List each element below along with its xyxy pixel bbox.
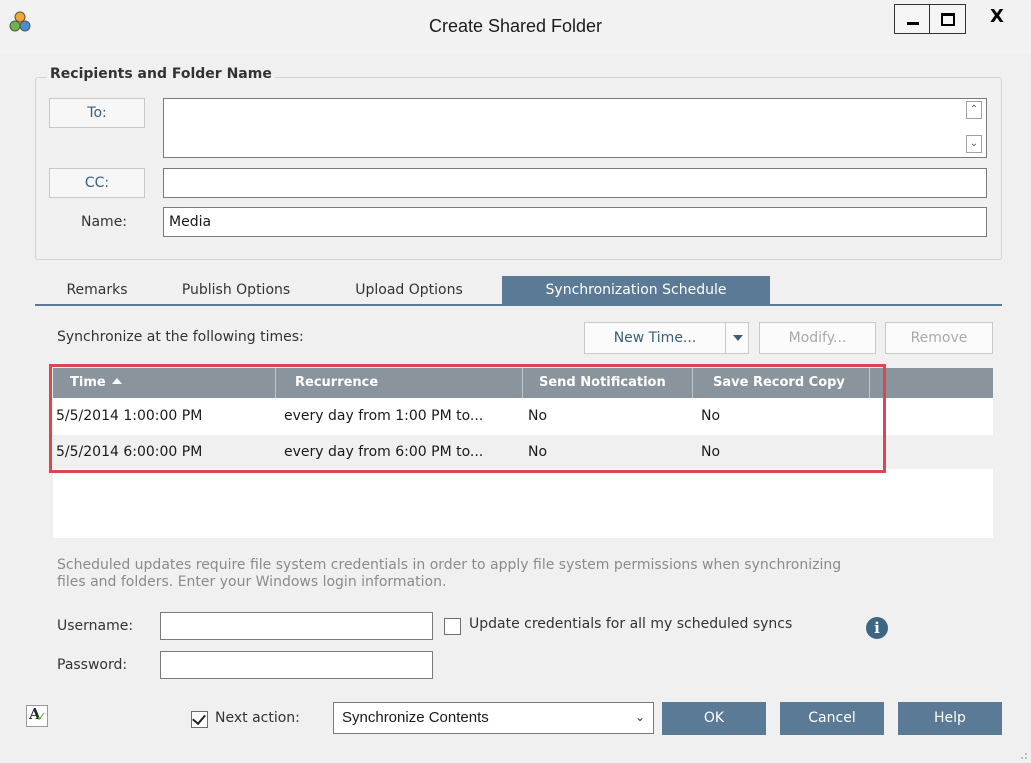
credentials-note-line-1: Scheduled updates require file system cr… [57, 557, 842, 573]
schedule-table: Time Recurrence Send Notification Save R… [53, 368, 993, 538]
dropdown-arrow-icon [733, 335, 743, 341]
column-header-send-notification[interactable]: Send Notification [523, 368, 693, 398]
help-button[interactable]: Help [898, 702, 1002, 735]
next-action-select[interactable]: Synchronize Contents ⌄ [333, 702, 654, 734]
password-label: Password: [57, 657, 128, 673]
tab-upload-options[interactable]: Upload Options [329, 276, 489, 304]
sort-ascending-icon [111, 378, 122, 384]
close-icon: X [990, 6, 1004, 27]
username-field[interactable] [160, 612, 433, 640]
minimize-icon [907, 22, 919, 25]
cell-time: 5/5/2014 1:00:00 PM [56, 408, 203, 424]
cell-save-record-copy: No [701, 408, 721, 424]
maximize-button[interactable] [930, 4, 966, 34]
name-label: Name: [81, 214, 128, 230]
spell-check-button[interactable]: A ✓ [26, 705, 48, 727]
resize-grip-icon[interactable] [1018, 750, 1028, 760]
next-action-label: Next action: [215, 710, 300, 726]
ok-button[interactable]: OK [662, 702, 766, 735]
new-time-button[interactable]: New Time... [584, 322, 726, 354]
cc-button[interactable]: CC: [49, 168, 145, 198]
info-icon[interactable]: i [866, 617, 888, 639]
title-bar: Create Shared Folder X [0, 0, 1031, 54]
credentials-note-line-2: files and folders. Enter your Windows lo… [57, 574, 447, 590]
update-all-label: Update credentials for all my scheduled … [469, 616, 793, 632]
username-label: Username: [57, 618, 134, 634]
to-field[interactable]: ⌃ ⌄ [163, 98, 987, 158]
tab-publish-options[interactable]: Publish Options [157, 276, 315, 304]
window-title: Create Shared Folder [428, 16, 603, 36]
cell-recurrence: every day from 6:00 PM to... [284, 444, 484, 460]
remove-button[interactable]: Remove [885, 322, 993, 354]
next-action-value: Synchronize Contents [342, 709, 489, 726]
cell-time: 5/5/2014 6:00:00 PM [56, 444, 203, 460]
column-header-recurrence[interactable]: Recurrence [276, 368, 523, 398]
scroll-up-icon[interactable]: ⌃ [966, 101, 982, 119]
column-header-time-label: Time [70, 375, 106, 390]
table-header: Time Recurrence Send Notification Save R… [53, 368, 993, 398]
cc-field[interactable] [163, 168, 987, 198]
credentials-note: Scheduled updates require file system cr… [57, 557, 997, 591]
checkmark-icon [192, 710, 206, 726]
password-field[interactable] [160, 651, 433, 679]
cancel-button[interactable]: Cancel [780, 702, 884, 735]
minimize-button[interactable] [894, 4, 930, 34]
cell-send-notification: No [528, 408, 548, 424]
new-time-dropdown-button[interactable] [725, 322, 749, 354]
cell-recurrence: every day from 1:00 PM to... [284, 408, 484, 424]
column-header-time[interactable]: Time [53, 368, 276, 398]
modify-button[interactable]: Modify... [759, 322, 876, 354]
update-all-checkbox[interactable] [444, 618, 461, 635]
name-field[interactable]: Media [163, 207, 987, 237]
table-row[interactable]: 5/5/2014 1:00:00 PM every day from 1:00 … [53, 399, 993, 433]
scroll-down-icon[interactable]: ⌄ [966, 135, 982, 153]
tab-synchronization-schedule[interactable]: Synchronization Schedule [502, 276, 770, 304]
close-button[interactable]: X [966, 4, 1028, 34]
cell-save-record-copy: No [701, 444, 721, 460]
table-row[interactable]: 5/5/2014 6:00:00 PM every day from 6:00 … [53, 435, 993, 469]
spell-check-mark-icon: ✓ [36, 710, 47, 725]
next-action-checkbox[interactable] [191, 710, 208, 728]
recipients-group-title: Recipients and Folder Name [47, 66, 275, 82]
to-scrollbar[interactable]: ⌃ ⌄ [966, 101, 984, 153]
name-value: Media [169, 214, 212, 230]
column-header-save-record-copy[interactable]: Save Record Copy [693, 368, 870, 398]
create-shared-folder-window: Create Shared Folder X Recipients and Fo… [0, 0, 1031, 763]
chevron-down-icon: ⌄ [634, 710, 645, 724]
tab-bar: Remarks Publish Options Upload Options S… [35, 276, 1002, 306]
cell-send-notification: No [528, 444, 548, 460]
schedule-heading: Synchronize at the following times: [57, 329, 304, 345]
maximize-icon [941, 13, 955, 26]
to-button[interactable]: To: [49, 98, 145, 128]
tab-remarks[interactable]: Remarks [43, 276, 151, 304]
